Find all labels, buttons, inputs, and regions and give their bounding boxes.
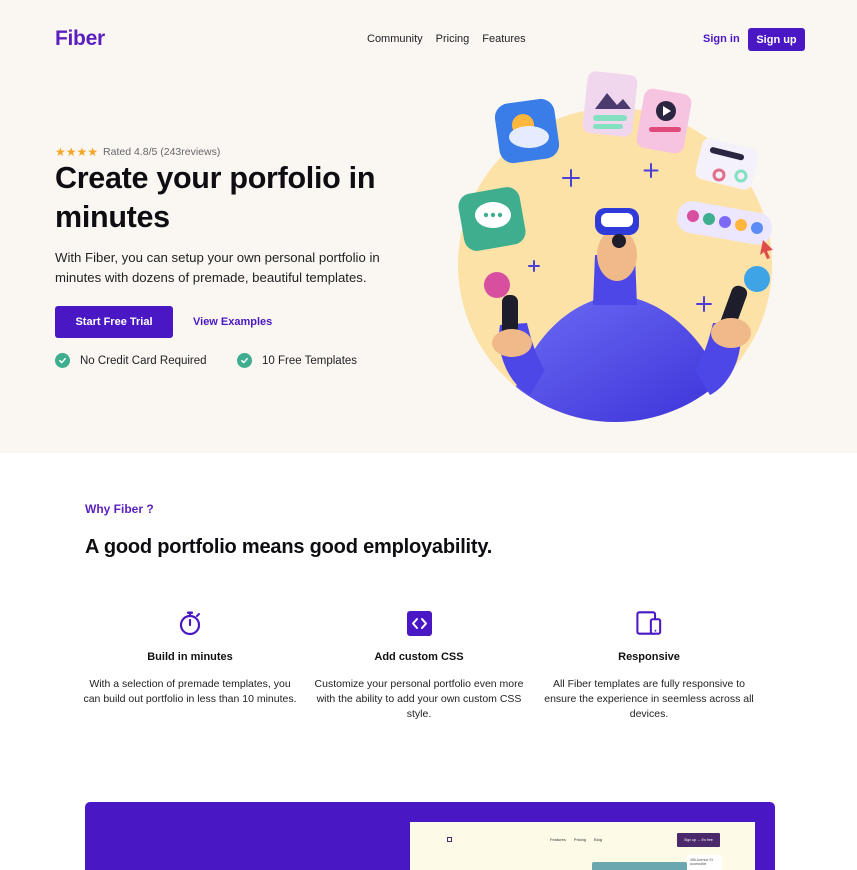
top-nav: Community Pricing Features [367, 33, 526, 45]
preview-card: 456 Avenue St accessible [687, 855, 722, 870]
code-icon [406, 610, 432, 636]
section-title: A good portfolio means good employabilit… [85, 536, 493, 558]
feature-title: Responsive [618, 651, 680, 663]
devices-icon [636, 610, 662, 636]
preview-logo-icon [447, 837, 452, 842]
feature-description: All Fiber templates are fully responsive… [544, 678, 754, 720]
image-app-icon [582, 71, 638, 137]
sign-in-link[interactable]: Sign in [703, 33, 740, 45]
preview-signup-button: Sign up → It's free [677, 833, 720, 847]
feature-build: Build in minutes With a selection of pre… [80, 610, 300, 707]
feature-responsive: Responsive All Fiber templates are fully… [539, 610, 759, 722]
preview-image-strip [592, 862, 687, 870]
check-item-templates: 10 Free Templates [237, 353, 357, 368]
hero-illustration [458, 71, 773, 422]
nav-community[interactable]: Community [367, 33, 423, 45]
check-label: No Credit Card Required [80, 354, 207, 367]
check-icon [55, 353, 70, 368]
sign-up-button[interactable]: Sign up [748, 28, 805, 51]
logo[interactable]: Fiber [55, 27, 105, 51]
view-examples-link[interactable]: View Examples [193, 316, 272, 328]
template-preview: Features Pricing Blog Sign up → It's fre… [410, 822, 755, 870]
feature-css: Add custom CSS Customize your personal p… [309, 610, 529, 722]
video-app-icon [636, 88, 692, 154]
chat-app-icon [458, 187, 526, 251]
weather-app-icon [494, 98, 560, 164]
stopwatch-icon [177, 610, 203, 636]
preview-nav: Features Pricing Blog [550, 837, 602, 842]
preview-nav-item: Pricing [573, 837, 587, 842]
rating-text: Rated 4.8/5 (243reviews) [103, 146, 221, 158]
check-item-no-card: No Credit Card Required [55, 353, 207, 368]
feature-description: With a selection of premade templates, y… [83, 678, 297, 705]
hero-title: Create your porfolio in minutes [55, 161, 376, 234]
section-label: Why Fiber ? [85, 502, 154, 516]
nav-features[interactable]: Features [482, 33, 525, 45]
check-icon [237, 353, 252, 368]
promo-banner: Features Pricing Blog Sign up → It's fre… [85, 802, 775, 870]
rating: ★★★★ Rated 4.8/5 (243reviews) [55, 145, 220, 159]
preview-nav-item: Features [550, 837, 566, 842]
feature-description: Customize your personal portfolio even m… [314, 678, 524, 720]
feature-title: Build in minutes [147, 651, 233, 663]
feature-title: Add custom CSS [374, 651, 464, 663]
preview-nav-item: Blog [594, 837, 603, 842]
start-free-trial-button[interactable]: Start Free Trial [55, 306, 173, 338]
nav-pricing[interactable]: Pricing [436, 33, 470, 45]
hero-subtitle: With Fiber, you can setup your own perso… [55, 250, 380, 285]
check-label: 10 Free Templates [262, 354, 358, 367]
star-rating-icons: ★★★★ [55, 145, 99, 159]
